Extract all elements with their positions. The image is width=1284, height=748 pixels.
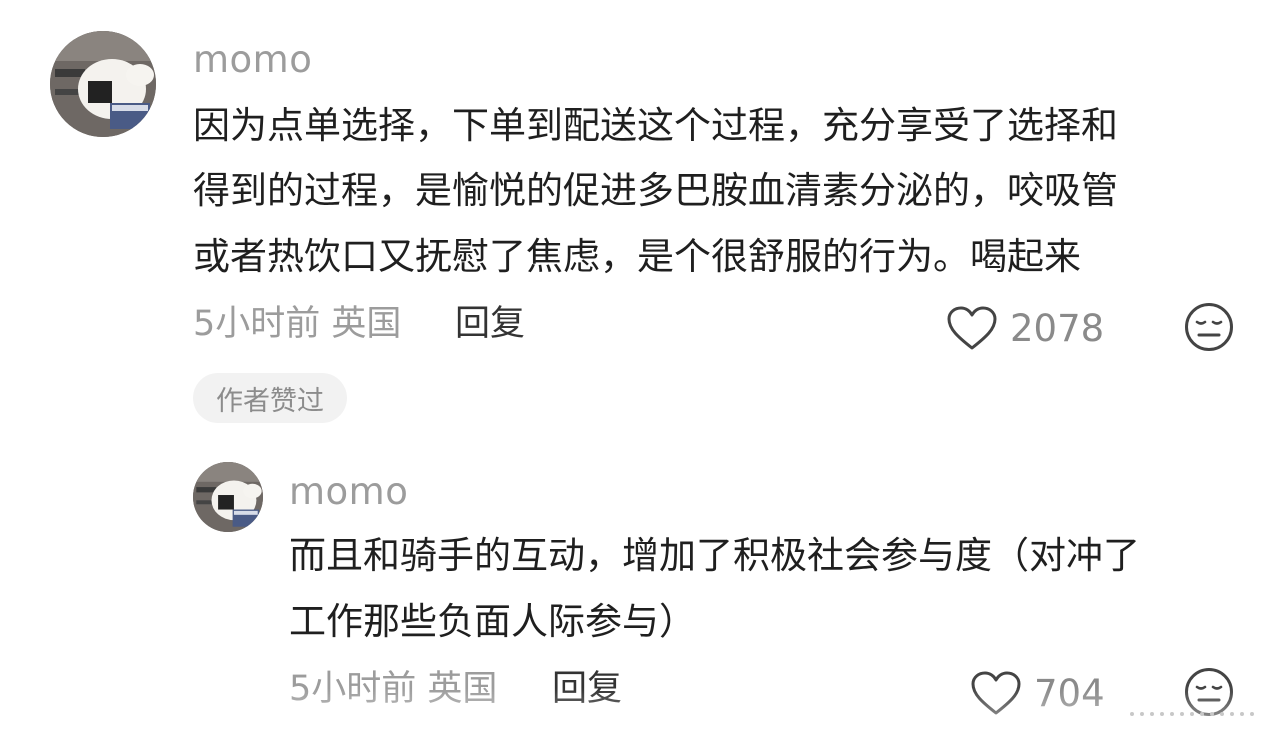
reply-username[interactable]: momo bbox=[289, 473, 408, 510]
meh-face-icon bbox=[1185, 668, 1233, 716]
reply-text-line-2: 工作那些负面人际参与） bbox=[289, 600, 696, 643]
comment-thread: momo 因为点单选择，下单到配送这个过程，充分享受了选择和 得到的过程，是愉悦… bbox=[0, 0, 1284, 748]
dislike-button[interactable] bbox=[1184, 302, 1234, 352]
comment-text-line-2: 得到的过程，是愉悦的促进多巴胺血清素分泌的，咬吸管 bbox=[193, 169, 1118, 212]
meh-face-icon bbox=[1185, 303, 1233, 351]
avatar-image bbox=[50, 31, 156, 137]
author-liked-badge: 作者赞过 bbox=[193, 373, 347, 423]
avatar-image bbox=[193, 462, 263, 532]
reply-like-button[interactable]: 704 bbox=[970, 668, 1105, 718]
like-button[interactable]: 2078 bbox=[946, 303, 1104, 353]
like-count: 2078 bbox=[1010, 306, 1105, 350]
reply-button[interactable]: 回复 bbox=[455, 307, 525, 342]
reply-dislike-button[interactable] bbox=[1184, 667, 1234, 717]
reply-time-location: 5小时前 英国 bbox=[289, 669, 498, 709]
comment-text-line-3: 或者热饮口又抚慰了焦虑，是个很舒服的行为。喝起来 bbox=[193, 235, 1081, 278]
comment-text-line-1: 因为点单选择，下单到配送这个过程，充分享受了选择和 bbox=[193, 104, 1118, 147]
comment-username[interactable]: momo bbox=[193, 41, 312, 78]
heart-outline-icon bbox=[947, 306, 997, 350]
heart-outline-icon bbox=[971, 671, 1021, 715]
reply-text-line-1: 而且和骑手的互动，增加了积极社会参与度（对冲了 bbox=[289, 534, 1140, 577]
avatar[interactable] bbox=[50, 31, 156, 137]
reply-avatar[interactable] bbox=[193, 462, 263, 532]
reply-reply-button[interactable]: 回复 bbox=[552, 672, 622, 707]
comment-time-location: 5小时前 英国 bbox=[193, 304, 402, 344]
reply-like-count: 704 bbox=[1034, 671, 1105, 715]
